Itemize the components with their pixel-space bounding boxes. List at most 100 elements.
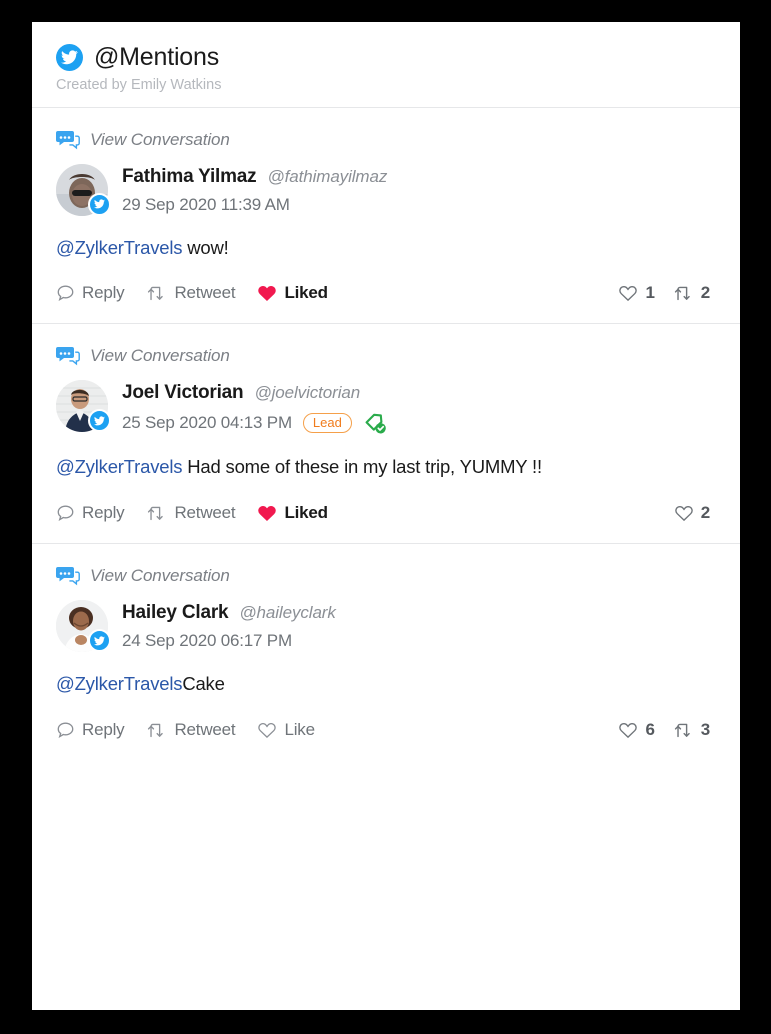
like-count-stat: 6 — [618, 720, 655, 740]
status-badge[interactable]: Lead — [302, 413, 352, 434]
tweet-actions-row: Reply Retweet — [56, 720, 716, 740]
reply-icon — [56, 504, 75, 523]
heart-icon — [257, 721, 277, 740]
tweet-body-text: Cake — [182, 673, 225, 695]
tweet-actions: Reply Retweet — [56, 283, 328, 303]
heart-outline-icon — [618, 721, 638, 740]
tweet-item: View Conversation Fathima Yilmaz @fathim… — [32, 108, 740, 325]
retweet-count: 2 — [700, 283, 710, 303]
author-handle[interactable]: @joelvictorian — [254, 383, 360, 403]
like-count: 2 — [700, 503, 710, 523]
author-handle[interactable]: @haileyclark — [239, 603, 335, 623]
tweet-body-text: wow! — [182, 236, 229, 258]
tweet-actions: Reply Retweet — [56, 720, 315, 740]
retweet-icon — [146, 285, 167, 302]
tweet-author-row: Fathima Yilmaz @fathimayilmaz 29 Sep 202… — [56, 163, 716, 216]
reply-button[interactable]: Reply — [56, 283, 125, 303]
tweet-item: View Conversation Joel Victorian @joelvi… — [32, 324, 740, 545]
view-conversation-link[interactable]: View Conversation — [56, 566, 716, 586]
like-label: Like — [284, 720, 315, 740]
reply-icon — [56, 721, 75, 740]
tweet-stats: 6 3 — [618, 720, 716, 740]
twitter-badge-icon — [88, 192, 111, 216]
author-name[interactable]: Hailey Clark — [122, 602, 229, 624]
heart-outline-icon — [674, 504, 694, 523]
retweet-label: Retweet — [174, 503, 236, 523]
conversation-bubbles-icon — [56, 130, 80, 150]
author-meta: Fathima Yilmaz @fathimayilmaz 29 Sep 202… — [122, 164, 387, 215]
tweet-actions-row: Reply Retweet — [56, 283, 716, 303]
author-meta: Hailey Clark @haileyclark 24 Sep 2020 06… — [122, 600, 336, 651]
retweet-button[interactable]: Retweet — [146, 283, 236, 303]
tweet-timestamp: 29 Sep 2020 11:39 AM — [122, 194, 290, 214]
retweet-outline-icon — [673, 285, 694, 302]
twitter-badge-icon — [88, 629, 111, 653]
view-conversation-label: View Conversation — [90, 566, 230, 586]
tweet-stats: 2 — [674, 503, 716, 523]
header-subtitle: Created by Emily Watkins — [56, 76, 222, 93]
tweet-date-line: 24 Sep 2020 06:17 PM — [122, 631, 336, 651]
header-title-row: @Mentions — [56, 43, 740, 72]
retweet-icon — [146, 722, 167, 739]
view-conversation-link[interactable]: View Conversation — [56, 130, 716, 150]
author-name-line: Fathima Yilmaz @fathimayilmaz — [122, 166, 387, 188]
reply-label: Reply — [82, 283, 125, 303]
retweet-label: Retweet — [174, 283, 236, 303]
retweet-icon — [146, 505, 167, 522]
tweet-actions: Reply Retweet — [56, 503, 328, 523]
tweet-list: View Conversation Fathima Yilmaz @fathim… — [32, 108, 740, 761]
like-button[interactable]: Like — [257, 720, 315, 740]
like-count-stat: 2 — [674, 503, 710, 523]
retweet-button[interactable]: Retweet — [146, 720, 236, 740]
retweet-count-stat: 3 — [673, 720, 710, 740]
tweet-date-line: 29 Sep 2020 11:39 AM — [122, 195, 387, 215]
like-count-stat: 1 — [618, 283, 655, 303]
retweet-count-stat: 2 — [673, 283, 710, 303]
conversation-bubbles-icon — [56, 566, 80, 586]
reply-label: Reply — [82, 503, 125, 523]
like-label: Liked — [284, 283, 328, 303]
retweet-button[interactable]: Retweet — [146, 503, 236, 523]
author-name-line: Joel Victorian @joelvictorian — [122, 382, 387, 404]
retweet-count: 3 — [700, 720, 710, 740]
tweet-item: View Conversation Hailey Clark @haileycl… — [32, 544, 740, 760]
tweet-text: @ZylkerTravelsCake — [56, 672, 716, 697]
like-button[interactable]: Liked — [257, 283, 328, 303]
tweet-text: @ZylkerTravels wow! — [56, 236, 716, 261]
tweet-author-row: Joel Victorian @joelvictorian 25 Sep 202… — [56, 380, 716, 435]
tweet-actions-row: Reply Retweet — [56, 503, 716, 523]
reply-label: Reply — [82, 720, 125, 740]
like-button[interactable]: Liked — [257, 503, 328, 523]
author-name[interactable]: Joel Victorian — [122, 382, 244, 404]
deal-verified-icon — [363, 411, 387, 435]
author-meta: Joel Victorian @joelvictorian 25 Sep 202… — [122, 380, 387, 435]
card-header: @Mentions Created by Emily Watkins — [32, 22, 740, 108]
retweet-label: Retweet — [174, 720, 236, 740]
heart-outline-icon — [618, 284, 638, 303]
tweet-timestamp: 25 Sep 2020 04:13 PM — [122, 413, 292, 433]
author-name[interactable]: Fathima Yilmaz — [122, 166, 257, 188]
reply-button[interactable]: Reply — [56, 720, 125, 740]
mention-link[interactable]: @ZylkerTravels — [56, 237, 183, 258]
twitter-bird-icon — [56, 44, 83, 72]
avatar[interactable] — [56, 163, 111, 216]
heart-icon — [257, 504, 277, 523]
mentions-card: @Mentions Created by Emily Watkins View … — [32, 22, 740, 1010]
tweet-author-row: Hailey Clark @haileyclark 24 Sep 2020 06… — [56, 600, 716, 653]
view-conversation-link[interactable]: View Conversation — [56, 346, 716, 366]
tweet-body-text: Had some of these in my last trip, YUMMY… — [182, 456, 542, 478]
tweet-date-line: 25 Sep 2020 04:13 PM Lead — [122, 411, 387, 435]
avatar[interactable] — [56, 600, 111, 653]
mention-link[interactable]: @ZylkerTravels — [56, 456, 183, 477]
author-name-line: Hailey Clark @haileyclark — [122, 602, 336, 624]
retweet-outline-icon — [673, 722, 694, 739]
like-count: 6 — [645, 720, 655, 740]
author-handle[interactable]: @fathimayilmaz — [267, 167, 387, 187]
screen-root: @Mentions Created by Emily Watkins View … — [0, 0, 771, 1034]
avatar[interactable] — [56, 380, 111, 433]
reply-button[interactable]: Reply — [56, 503, 125, 523]
view-conversation-label: View Conversation — [90, 346, 230, 366]
twitter-badge-icon — [88, 409, 111, 433]
mention-link[interactable]: @ZylkerTravels — [56, 673, 183, 694]
heart-icon — [257, 284, 277, 303]
